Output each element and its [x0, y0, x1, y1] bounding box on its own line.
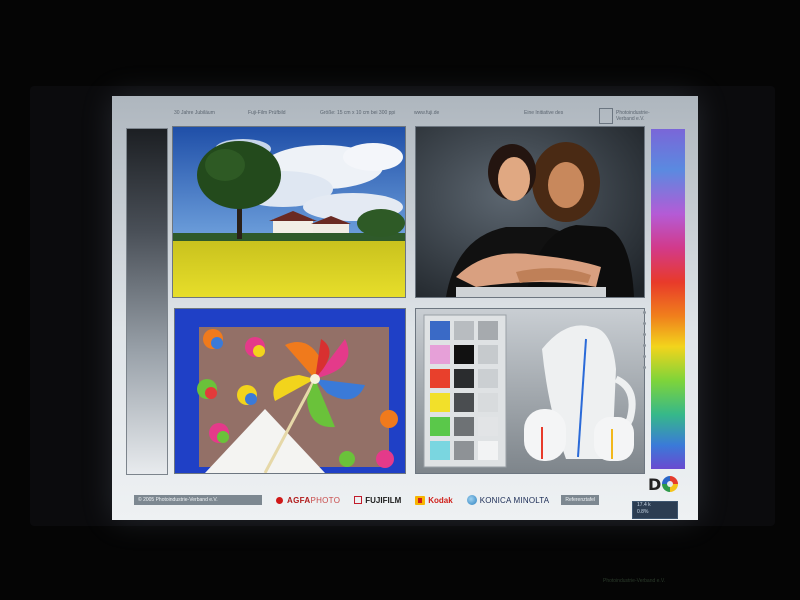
- photo-landscape: [172, 126, 406, 298]
- agfa-light-text: PHOTO: [310, 495, 341, 505]
- agfa-dot-icon: [276, 496, 283, 504]
- top-text-2: Fuji-Film Prüfbild: [248, 110, 286, 116]
- spectrum-dots: [643, 311, 647, 377]
- agfa-bold-text: AGFA: [287, 495, 311, 505]
- grayscale-bar: [126, 128, 168, 475]
- top-text-1: 30 Jahre Jubiläum: [174, 110, 215, 116]
- kodak-text: Kodak: [428, 495, 453, 505]
- color-spectrum-bar: [651, 129, 685, 469]
- osd-line-1: 17.4 k: [637, 502, 651, 508]
- footer-logos: © 2005 Photoindustrie-Verband e.V. AGFAP…: [134, 494, 678, 506]
- pv-logo-text: Photoindustrie-Verband e.V.: [616, 110, 650, 122]
- photo-portrait: [415, 126, 645, 298]
- monitor-osd-readout: 17.4 k 0.8%: [632, 501, 678, 519]
- photo-pinwheels: [174, 308, 406, 474]
- photo-colorchart-ceramics: [415, 308, 645, 474]
- pv-logo-icon: [599, 108, 613, 124]
- dq-logo-d: D: [648, 475, 662, 494]
- test-print-screen: 30 Jahre Jubiläum Fuji-Film Prüfbild Grö…: [112, 96, 698, 520]
- kodak-mark-icon: [415, 495, 426, 505]
- dq-logo: D: [648, 474, 684, 494]
- konica-minolta-globe-icon: [466, 495, 477, 505]
- konica-minolta-logo: KONICA MINOLTA: [466, 495, 550, 505]
- agfa-logo: AGFAPHOTO: [276, 496, 340, 505]
- top-text-4: www.fuji.de: [414, 110, 440, 116]
- kodak-logo: Kodak: [415, 495, 453, 505]
- osd-line-2: 0.8%: [637, 509, 649, 515]
- konica-minolta-text: KONICA MINOLTA: [479, 495, 550, 505]
- bottom-note: Photoindustrie-Verband e.V.: [603, 578, 666, 584]
- copyright-label: © 2005 Photoindustrie-Verband e.V.: [134, 495, 262, 505]
- top-text-5: Eine Initiative des: [524, 110, 564, 116]
- fujifilm-text: FUJIFILM: [365, 495, 402, 505]
- top-text-3: Größe: 15 cm x 10 cm bei 300 ppi: [320, 110, 396, 116]
- reference-label: Referenztafel: [561, 495, 600, 505]
- fujifilm-mark-icon: [354, 496, 363, 504]
- dq-color-wheel-icon: [662, 476, 678, 492]
- pv-logo: Photoindustrie-Verband e.V.: [599, 108, 652, 124]
- fujifilm-logo: FUJIFILM: [354, 496, 401, 505]
